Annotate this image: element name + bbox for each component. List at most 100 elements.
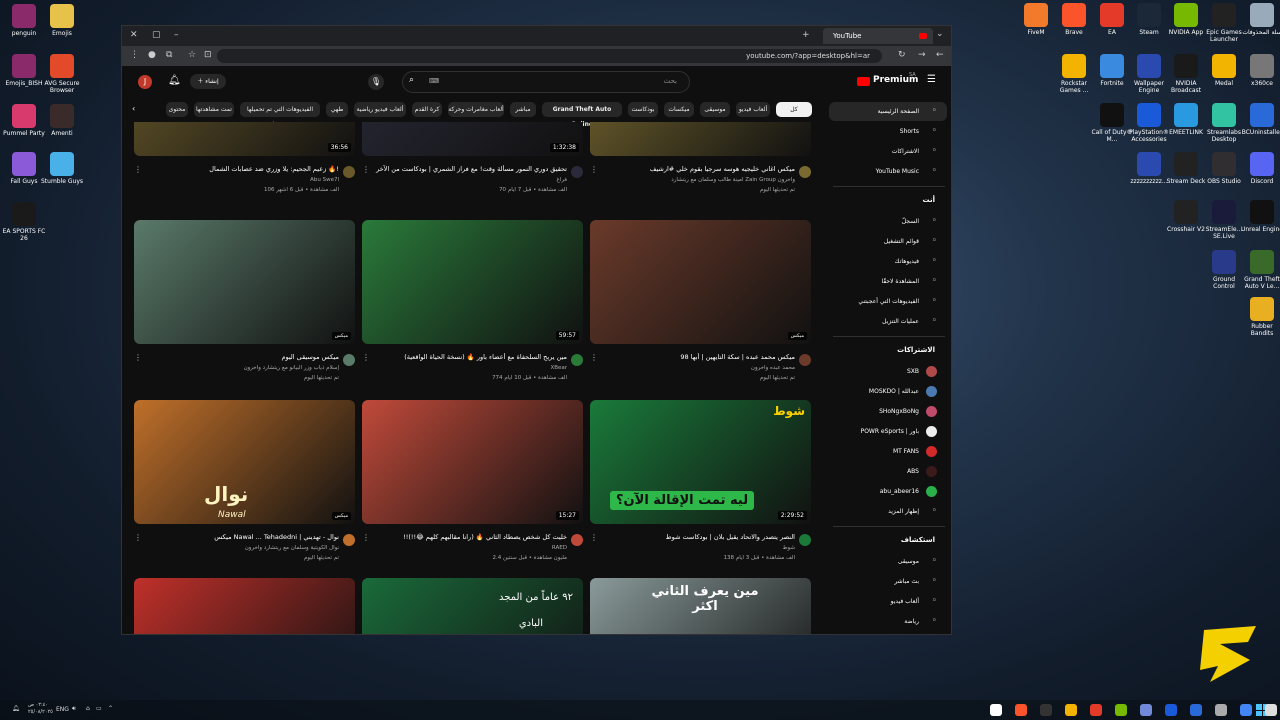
channel-avatar[interactable]: [799, 534, 811, 546]
taskbar-app-icon[interactable]: [1240, 704, 1252, 716]
taskbar-app-icon[interactable]: [1015, 704, 1027, 716]
filter-chip[interactable]: كرة القدم: [412, 102, 442, 117]
taskbar-app-icon[interactable]: [1265, 704, 1277, 716]
filter-chip[interactable]: موسيقى: [700, 102, 730, 117]
video-title[interactable]: !!خليت كل شخص يصطاد الثاني 🔥 (رانا مقالب…: [362, 533, 567, 541]
sidebar-item[interactable]: ألعاب فيديو ◦: [829, 592, 947, 611]
filter-chip[interactable]: مباشر: [510, 102, 536, 117]
sidebar-item[interactable]: موسيقى ◦: [829, 552, 947, 571]
desktop-shortcut[interactable]: Discord: [1240, 152, 1280, 185]
filter-chip[interactable]: الفيديوهات التي تم تحميلها مؤخرًا: [240, 102, 320, 128]
menu-dots-icon[interactable]: ⋮: [130, 50, 139, 60]
video-card[interactable]: ميكس اغاني خليجيه هوسه سرجيا بقوم خلي #ا…: [590, 122, 811, 202]
taskbar-bell-icon[interactable]: 🔔︎: [12, 705, 20, 712]
desktop-shortcut[interactable]: EA SPORTS FC 26: [2, 202, 46, 242]
video-thumbnail[interactable]: ميكس: [590, 220, 811, 344]
voice-search-icon[interactable]: 🎙︎: [368, 74, 384, 90]
desktop-shortcut[interactable]: سلة المحذوفات: [1240, 3, 1280, 36]
sidebar-item[interactable]: الاشتراكات ◦: [829, 142, 947, 161]
video-thumbnail[interactable]: [590, 122, 811, 156]
video-title[interactable]: ميكس Nawal ... Tehadedni | نوال - تهديني: [134, 533, 339, 541]
sidebar-item[interactable]: الصفحة الرئيسية ◦: [829, 102, 947, 121]
channel-avatar[interactable]: [799, 166, 811, 178]
notifications-bell-icon[interactable]: 🔔︎: [168, 75, 181, 86]
more-options-icon[interactable]: ⋮: [134, 165, 142, 174]
sidebar-section-subscriptions[interactable]: الاشتراكات: [897, 346, 935, 354]
reload-icon[interactable]: ↻: [898, 50, 906, 60]
filter-chip[interactable]: بودكاست: [628, 102, 658, 117]
battery-icon[interactable]: ▭: [96, 705, 102, 712]
sidebar-item[interactable]: عمليات التنزيل ◦: [829, 312, 947, 331]
sidebar-item[interactable]: السجلّ ◦: [829, 212, 947, 231]
channel-name[interactable]: Abu Swe7l: [134, 177, 339, 183]
video-title[interactable]: ميكس محمد عبده | سكة التايهين | أبها 98: [590, 353, 795, 361]
desktop-shortcut[interactable]: Emojis: [40, 4, 84, 37]
sidebar-item[interactable]: إظهار المزيد ◦: [829, 502, 947, 521]
video-card[interactable]: نوال Nawal ميكس ميكس Nawal ... Tehadedni | …: [134, 400, 355, 570]
filter-chip[interactable]: ألعاب مغامرات وحركة: [448, 102, 504, 117]
forward-icon[interactable]: →: [918, 50, 926, 60]
video-thumbnail[interactable]: 1:32:38: [362, 122, 583, 156]
sidebar-item[interactable]: SHoNgxBoNg: [829, 402, 947, 421]
sidebar-item[interactable]: بث مباشر ◦: [829, 572, 947, 591]
video-thumbnail[interactable]: ليه تمت الإقالة الآن؟ شوط 2:29:52: [590, 400, 811, 524]
more-options-icon[interactable]: ⋮: [134, 353, 142, 362]
channel-avatar[interactable]: [571, 166, 583, 178]
desktop-shortcut[interactable]: Rubber Bandits: [1240, 297, 1280, 337]
desktop-shortcut[interactable]: Grand Theft Auto V Le...: [1240, 250, 1280, 290]
filter-chip[interactable]: كل الفيديوهات: [776, 102, 812, 128]
tab-search-icon[interactable]: ⌄: [936, 29, 944, 39]
video-thumbnail[interactable]: 15:27: [362, 400, 583, 524]
more-options-icon[interactable]: ⋮: [362, 165, 370, 174]
sidebar-item[interactable]: POWR eSports | باور: [829, 422, 947, 441]
video-title[interactable]: زعيم الجحيم: يلا وزري ضد عصابات الشمال 🔥…: [134, 165, 339, 173]
channel-name[interactable]: XBear: [362, 365, 567, 371]
search-input[interactable]: بحث: [664, 77, 677, 85]
video-thumbnail[interactable]: 36:56: [134, 122, 355, 156]
video-card[interactable]: ميكس ميكس محمد عبده | سكة التايهين | أبها…: [590, 220, 811, 390]
video-card[interactable]: 59:57 مين يربح السلحفاة مع أعضاء باور 🔥 (…: [362, 220, 583, 390]
profile-icon[interactable]: ●: [148, 50, 156, 60]
video-thumbnail[interactable]: نوال Nawal ميكس: [134, 400, 355, 524]
more-options-icon[interactable]: ⋮: [590, 533, 598, 542]
video-thumbnail[interactable]: ٩٢ عاماً من المجد البادي: [362, 578, 583, 634]
channel-name[interactable]: RAED: [362, 545, 567, 551]
more-options-icon[interactable]: ⋮: [590, 353, 598, 362]
desktop-shortcut[interactable]: Stumble Guys: [40, 152, 84, 185]
video-title[interactable]: ميكس اغاني خليجيه هوسه سرجيا بقوم خلي #ا…: [590, 165, 795, 173]
video-card[interactable]: 36:56 زعيم الجحيم: يلا وزري ضد عصابات الش…: [134, 122, 355, 202]
video-title[interactable]: تحقيق دوري النمور مسألة وقت! مع فراز الش…: [362, 165, 567, 173]
filter-chip[interactable]: محتوى: [166, 102, 188, 117]
video-card[interactable]: ليه تمت الإقالة الآن؟ شوط 2:29:52 النصر يتص…: [590, 400, 811, 570]
sidebar-item[interactable]: قوائم التشغيل ◦: [829, 232, 947, 251]
video-title[interactable]: مين يربح السلحفاة مع أعضاء باور 🔥 (نسخة …: [362, 353, 567, 361]
channel-name[interactable]: محمد عبده وآخرون: [590, 365, 795, 371]
video-title[interactable]: ميكس موسيقى اليوم: [134, 353, 339, 361]
tray-overflow-icon[interactable]: ⌃: [108, 705, 113, 712]
youtube-logo[interactable]: Premium SA: [857, 72, 921, 90]
taskbar-app-icon[interactable]: [1215, 704, 1227, 716]
taskbar-app-icon[interactable]: [990, 704, 1002, 716]
sidebar-item[interactable]: فيديوهاتك ◦: [829, 252, 947, 271]
sidebar-item[interactable]: المشاهدة لاحقًا ◦: [829, 272, 947, 291]
video-card[interactable]: 1:32:38 تحقيق دوري النمور مسألة وقت! مع ف…: [362, 122, 583, 202]
new-tab-icon[interactable]: +: [802, 30, 810, 40]
video-card[interactable]: مين يعرف الثاني اكثر: [590, 578, 811, 634]
desktop-shortcut[interactable]: BCUninstaller: [1240, 103, 1280, 136]
taskbar-app-icon[interactable]: [1165, 704, 1177, 716]
filter-chip[interactable]: ميكسات: [664, 102, 694, 117]
create-button[interactable]: ＋ إنشاء: [190, 74, 226, 89]
channel-avatar[interactable]: [343, 354, 355, 366]
more-options-icon[interactable]: ⋮: [590, 165, 598, 174]
back-icon[interactable]: ←: [936, 50, 944, 60]
sidebar-item[interactable]: abu_abeer16: [829, 482, 947, 501]
chips-scroll-left-icon[interactable]: ‹: [132, 104, 135, 113]
video-thumbnail[interactable]: ميكس: [134, 220, 355, 344]
channel-name[interactable]: شوط: [590, 545, 795, 551]
desktop-shortcut[interactable]: AVG Secure Browser: [40, 54, 84, 94]
channel-avatar[interactable]: [571, 534, 583, 546]
taskbar-app-icon[interactable]: [1115, 704, 1127, 716]
filter-chip[interactable]: طهي: [326, 102, 348, 117]
language-indicator[interactable]: ENG: [56, 706, 69, 713]
video-card[interactable]: 15:27 !!خليت كل شخص يصطاد الثاني 🔥 (رانا …: [362, 400, 583, 570]
